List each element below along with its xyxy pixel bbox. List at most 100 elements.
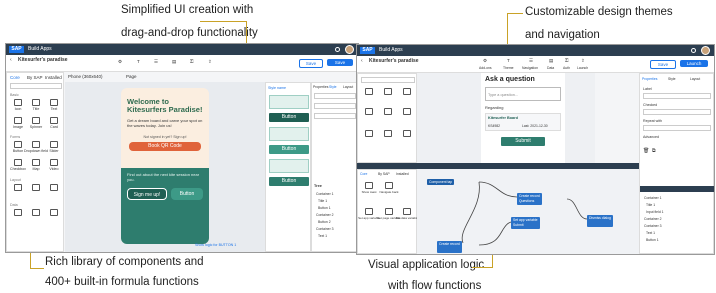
tree-item[interactable]: Container 2 [644, 216, 662, 222]
book-qr-button[interactable]: Book QR Code [129, 142, 201, 151]
show-logic-link[interactable]: Show logic for BUTTON 1 [195, 242, 236, 248]
component-list[interactable] [9, 209, 27, 223]
logic-canvas[interactable]: Component tap Create record Questions Se… [417, 169, 639, 254]
save-button[interactable]: Save [299, 59, 323, 68]
component-slider[interactable]: Slider [45, 141, 63, 155]
component-checkbox[interactable] [398, 130, 416, 144]
add-ons-icon[interactable]: ⚙ [483, 58, 487, 64]
tree-item[interactable]: Container 1 [644, 195, 662, 201]
add-ons-icon[interactable]: ⚙ [118, 59, 122, 65]
flow-node[interactable]: Set app variable Submit [511, 217, 540, 229]
help-icon[interactable] [691, 48, 696, 53]
component-container[interactable] [9, 184, 27, 198]
tab-installed[interactable]: Installed [45, 75, 62, 81]
tree-item[interactable]: Container 2 [316, 212, 334, 218]
avatar[interactable] [345, 45, 354, 54]
question-field[interactable]: Type a question... [485, 87, 561, 101]
tree-item[interactable]: Text 1 [646, 230, 655, 236]
tab-installed[interactable]: Installed [396, 171, 409, 177]
search-input[interactable] [10, 83, 62, 89]
component-button[interactable] [360, 130, 378, 144]
canvas[interactable]: Ask a question Type a question... Regard… [417, 73, 595, 163]
product-card[interactable]: Kitesurfer Board KS4982 Last: 2021-12-30 [485, 113, 561, 131]
tree-item[interactable]: Container 3 [644, 223, 662, 229]
header-action[interactable]: Auth [563, 65, 570, 71]
secondary-button[interactable]: Button [171, 188, 203, 200]
component-icon[interactable] [360, 88, 378, 102]
theme-icon[interactable]: T [137, 59, 140, 65]
back-icon[interactable]: ‹ [10, 57, 12, 63]
save-button[interactable]: Save [650, 60, 676, 69]
style-preview[interactable] [269, 159, 309, 173]
component-table[interactable] [27, 209, 45, 223]
header-action[interactable]: Theme [503, 65, 514, 71]
component-row[interactable] [27, 184, 45, 198]
launch-button[interactable]: Launch [680, 60, 708, 67]
navigation-icon[interactable]: ☰ [529, 58, 533, 64]
view-selector[interactable]: Phone (360x640) [68, 74, 103, 80]
tab-by-sap[interactable]: By SAP [378, 171, 390, 177]
component-card[interactable] [398, 108, 416, 122]
tab-properties[interactable]: Properties [642, 76, 657, 82]
flow-navigate-back[interactable]: Navigate back [379, 182, 399, 196]
tree-item[interactable]: Input field 1 [646, 209, 664, 215]
data-icon[interactable]: ▤ [549, 58, 553, 64]
theme-icon[interactable]: T [507, 58, 510, 64]
style-preview-button[interactable]: Button [269, 177, 309, 186]
flow-node[interactable]: Create record Questions [517, 193, 542, 205]
tab-core[interactable]: Core [10, 75, 20, 81]
delete-icon[interactable]: 🗑 [643, 148, 649, 154]
copy-icon[interactable]: ⧉ [652, 148, 656, 154]
tree-item[interactable]: Button 1 [646, 237, 659, 243]
component-video[interactable]: Video [45, 159, 63, 173]
flow-set-data-variable[interactable]: Set data variable [396, 208, 418, 222]
header-action[interactable]: Add-ons [479, 65, 492, 71]
tree-item[interactable]: Button 2 [318, 219, 331, 225]
back-icon[interactable]: ‹ [361, 58, 363, 64]
repeat-input[interactable] [643, 125, 711, 131]
header-action[interactable]: Data [547, 65, 554, 71]
style-preview[interactable] [269, 127, 309, 141]
avatar[interactable] [701, 46, 710, 55]
tree-item[interactable]: Container 3 [316, 226, 334, 232]
style-field[interactable] [314, 93, 356, 99]
tree-item[interactable]: Button 1 [318, 205, 331, 211]
auth-icon[interactable]: ⚿ [565, 58, 568, 64]
component-card[interactable]: Card [45, 117, 63, 131]
style-preview[interactable] [269, 95, 309, 109]
search-input[interactable] [361, 77, 415, 83]
navigation-icon[interactable]: ☰ [154, 59, 158, 65]
page-selector[interactable]: Page [126, 74, 137, 80]
secondary-style-preview[interactable]: Button [269, 145, 309, 154]
component-spinner[interactable] [379, 108, 397, 122]
launch-icon[interactable]: ⇪ [208, 59, 212, 65]
component-chart[interactable] [45, 209, 63, 223]
phone-preview[interactable]: Ask a question Type a question... Regard… [481, 73, 565, 163]
component-text[interactable]: Text [45, 99, 63, 113]
tree-item[interactable]: Title 1 [646, 202, 655, 208]
tree-item[interactable]: Title 1 [318, 198, 327, 204]
tree-item[interactable]: Text 1 [318, 233, 327, 239]
component-dropdown[interactable] [379, 130, 397, 144]
component-title[interactable] [379, 88, 397, 102]
component-scroll[interactable] [45, 184, 63, 198]
phone-preview[interactable]: Welcome to Kitesurfers Paradise! Get a d… [121, 88, 209, 244]
tab-core[interactable]: Core [360, 171, 367, 177]
event-node[interactable]: Component tap [427, 179, 455, 185]
style-field[interactable] [314, 113, 356, 119]
tab-properties[interactable]: Properties [313, 84, 328, 90]
component-text[interactable] [398, 88, 416, 102]
tree-item[interactable]: Container 1 [316, 191, 334, 197]
style-field[interactable] [314, 103, 356, 109]
submit-button[interactable]: Submit [501, 137, 545, 146]
checked-select[interactable] [643, 109, 711, 115]
data-icon[interactable]: ▤ [172, 59, 176, 65]
flow-node[interactable]: Dismiss dialog [587, 215, 613, 227]
prop-advanced[interactable]: Advanced [643, 134, 659, 140]
launch-button[interactable]: Save [327, 59, 353, 66]
launch-icon[interactable]: ⇪ [581, 58, 585, 64]
header-action[interactable]: Launch [577, 65, 588, 71]
flow-node[interactable]: Create record [437, 241, 462, 253]
auth-icon[interactable]: ⚿ [190, 59, 193, 65]
component-image[interactable] [360, 108, 378, 122]
